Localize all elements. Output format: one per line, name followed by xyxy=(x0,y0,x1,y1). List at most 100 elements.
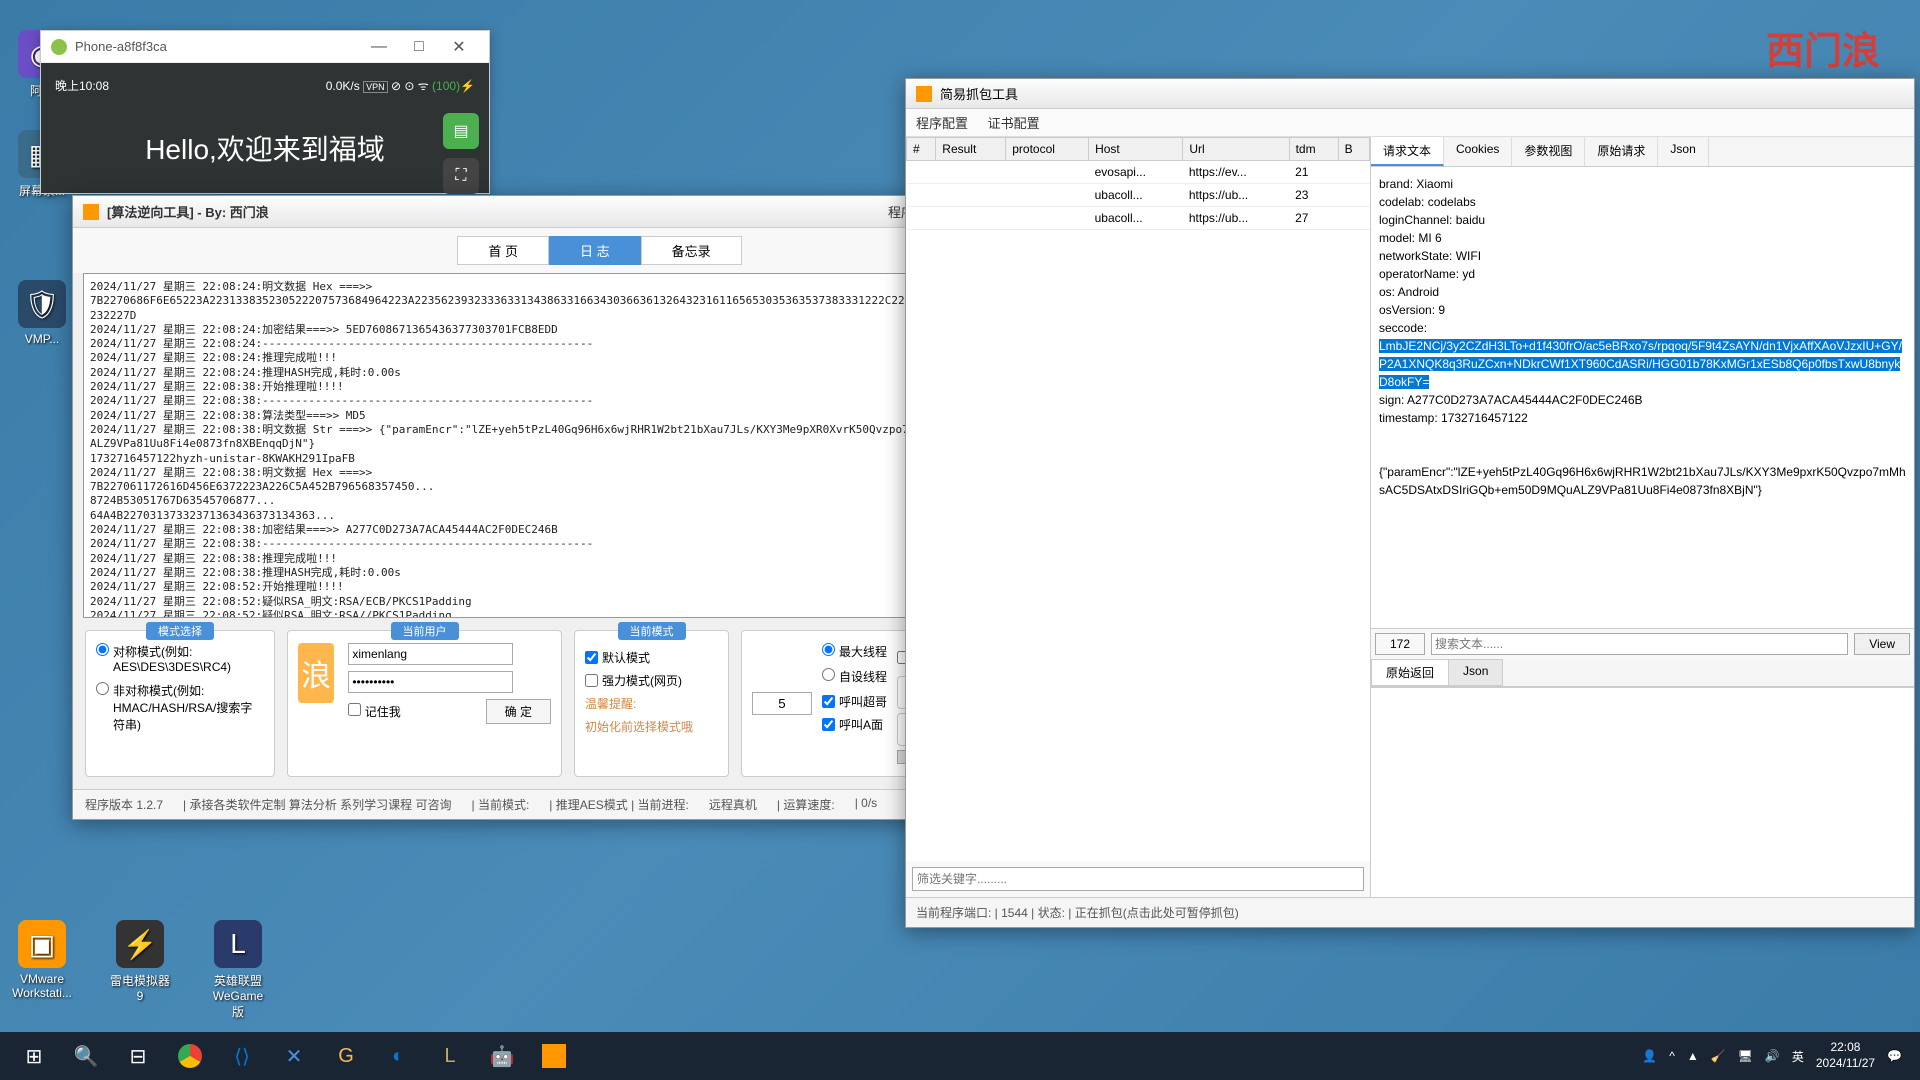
tab-raw-response[interactable]: 原始返回 xyxy=(1371,659,1449,686)
capture-title: 简易抓包工具 xyxy=(940,84,1904,103)
remember-checkbox[interactable] xyxy=(348,703,361,716)
col-url[interactable]: Url xyxy=(1183,138,1289,161)
response-area[interactable] xyxy=(1371,687,1914,897)
tab-json[interactable]: Json xyxy=(1658,137,1708,166)
max-thread-radio[interactable] xyxy=(822,643,835,656)
people-icon[interactable]: 👤 xyxy=(1642,1049,1657,1063)
status-proc: 远程真机 xyxy=(709,796,757,813)
tray-chevron-icon[interactable]: ^ xyxy=(1669,1049,1675,1063)
phone-menu-button[interactable]: ▤ xyxy=(443,113,479,149)
tab-request-text[interactable]: 请求文本 xyxy=(1371,137,1444,166)
search-count: 172 xyxy=(1375,633,1425,655)
capture-statusbar[interactable]: 当前程序端口: | 1544 | 状态: | 正在抓包(点击此处可暂停抓包) xyxy=(906,897,1914,927)
status-speed-val: | 0/s xyxy=(855,796,877,813)
thread-count-input[interactable] xyxy=(752,692,812,715)
tab-raw-request[interactable]: 原始请求 xyxy=(1585,137,1658,166)
warm-tip: 温馨提醒: xyxy=(585,695,718,712)
systray[interactable]: 👤 ^ ▲ 🧹 🖥 🔊 英 22:08 2024/11/27 💬 xyxy=(1642,1040,1912,1071)
notifications-icon[interactable]: 💬 xyxy=(1887,1049,1902,1063)
desktop-icon[interactable]: L英雄联盟 WeGame版 xyxy=(208,920,268,1020)
table-row[interactable]: evosapi...https://ev...21 xyxy=(907,161,1370,184)
warm-tip2: 初始化前选择模式哦 xyxy=(585,718,718,735)
strong-mode-checkbox[interactable] xyxy=(585,674,598,687)
confirm-button[interactable]: 确 定 xyxy=(486,699,551,724)
taskview-button[interactable]: ⊟ xyxy=(112,1032,164,1080)
phone-screen[interactable]: 晚上10:08 0.0K/s VPN ⊘ ⊙ ᯤ (100)⚡ Hello,欢迎… xyxy=(41,63,489,193)
maximize-button[interactable]: □ xyxy=(399,38,439,56)
status-speed: | 运算速度: xyxy=(777,796,835,813)
tab-memo[interactable]: 备忘录 xyxy=(641,236,742,265)
desktop-icon[interactable]: 🛡VMP... xyxy=(12,280,72,346)
watermark: 西门浪 xyxy=(1766,20,1880,75)
chrome-icon[interactable] xyxy=(164,1032,216,1080)
status-version: 程序版本 1.2.7 xyxy=(85,796,163,813)
default-mode-checkbox[interactable] xyxy=(585,651,598,664)
table-row[interactable]: ubacoll...https://ub...27 xyxy=(907,207,1370,230)
lol-icon[interactable]: L xyxy=(424,1032,476,1080)
phone-titlebar[interactable]: Phone-a8f8f3ca — □ ✕ xyxy=(41,31,489,63)
custom-thread-radio[interactable] xyxy=(822,668,835,681)
search-button[interactable]: 🔍 xyxy=(60,1032,112,1080)
close-button[interactable]: ✕ xyxy=(439,37,479,57)
vscode-icon[interactable]: ⟨⟩ xyxy=(216,1032,268,1080)
app-icon[interactable] xyxy=(528,1032,580,1080)
menu-cert-config[interactable]: 证书配置 xyxy=(988,116,1040,131)
col-index[interactable]: # xyxy=(907,138,936,161)
volume-icon[interactable]: 🔊 xyxy=(1765,1049,1780,1063)
ime-indicator[interactable]: 英 xyxy=(1792,1048,1804,1065)
phone-indicators: 0.0K/s VPN ⊘ ⊙ ᯤ (100)⚡ xyxy=(326,77,475,94)
search-input[interactable] xyxy=(1431,633,1848,655)
panel-label: 当前用户 xyxy=(391,622,459,640)
network-icon[interactable]: 🖥 xyxy=(1738,1049,1753,1063)
edge-icon[interactable]: ◐ xyxy=(372,1032,424,1080)
tab-params[interactable]: 参数视图 xyxy=(1512,137,1585,166)
sym-mode-radio[interactable] xyxy=(96,643,109,656)
username-input[interactable] xyxy=(348,643,513,665)
panel-label: 模式选择 xyxy=(146,622,214,640)
password-input[interactable] xyxy=(348,671,513,693)
panel-label: 当前模式 xyxy=(618,622,686,640)
phone-hello-text: Hello,欢迎来到福域 xyxy=(51,128,479,168)
request-table[interactable]: # Result protocol Host Url tdm B evosapi… xyxy=(906,137,1370,861)
android-icon[interactable]: 🤖 xyxy=(476,1032,528,1080)
start-button[interactable]: ⊞ xyxy=(8,1032,60,1080)
taskbar: ⊞ 🔍 ⊟ ⟨⟩ ✕ G ◐ L 🤖 👤 ^ ▲ 🧹 🖥 🔊 英 22:08 2… xyxy=(0,1032,1920,1080)
col-protocol[interactable]: protocol xyxy=(1006,138,1089,161)
asym-mode-radio[interactable] xyxy=(96,682,109,695)
menu-program-config[interactable]: 程序配置 xyxy=(916,116,968,131)
app-icon[interactable]: ✕ xyxy=(268,1032,320,1080)
radio-label: 对称模式(例如: AES\DES\3DES\RC4) xyxy=(113,643,264,674)
response-tabs: 原始返回 Json xyxy=(1371,659,1914,687)
capture-left-pane: # Result protocol Host Url tdm B evosapi… xyxy=(906,137,1371,897)
tray-icon[interactable]: 🧹 xyxy=(1711,1049,1726,1063)
filter-input[interactable] xyxy=(912,867,1364,891)
table-row[interactable]: ubacoll...https://ub...23 xyxy=(907,184,1370,207)
algo-icon xyxy=(83,204,99,220)
tab-home[interactable]: 首 页 xyxy=(457,236,549,265)
tab-log[interactable]: 日 志 xyxy=(549,236,641,265)
col-result[interactable]: Result xyxy=(936,138,1006,161)
status-mode: | 当前模式: xyxy=(472,796,530,813)
phone-fullscreen-button[interactable]: ⛶ xyxy=(443,158,479,194)
col-tdm[interactable]: tdm xyxy=(1289,138,1338,161)
search-row: 172 View xyxy=(1371,628,1914,659)
tab-cookies[interactable]: Cookies xyxy=(1444,137,1512,166)
desktop-icon[interactable]: ⚡雷电模拟器9 xyxy=(110,920,170,1003)
view-button[interactable]: View xyxy=(1854,633,1910,655)
tray-icon[interactable]: ▲ xyxy=(1687,1049,1699,1063)
app-icon[interactable]: G xyxy=(320,1032,372,1080)
phone-icon xyxy=(51,39,67,55)
minimize-button[interactable]: — xyxy=(359,38,399,56)
phone-window: Phone-a8f8f3ca — □ ✕ 晚上10:08 0.0K/s VPN … xyxy=(40,30,490,194)
call-aface-checkbox[interactable] xyxy=(822,718,835,731)
icon-label: 英雄联盟 WeGame版 xyxy=(213,974,263,1019)
taskbar-clock[interactable]: 22:08 2024/11/27 xyxy=(1816,1040,1875,1071)
call-chao-checkbox[interactable] xyxy=(822,695,835,708)
col-host[interactable]: Host xyxy=(1089,138,1183,161)
capture-titlebar[interactable]: 简易抓包工具 xyxy=(906,79,1914,109)
tab-response-json[interactable]: Json xyxy=(1448,659,1503,686)
icon-label: VMware Workstati... xyxy=(12,972,72,1000)
detail-text[interactable]: brand: Xiaomi codelab: codelabs loginCha… xyxy=(1371,167,1914,628)
col-b[interactable]: B xyxy=(1338,138,1369,161)
desktop-icon[interactable]: ▣VMware Workstati... xyxy=(12,920,72,1000)
